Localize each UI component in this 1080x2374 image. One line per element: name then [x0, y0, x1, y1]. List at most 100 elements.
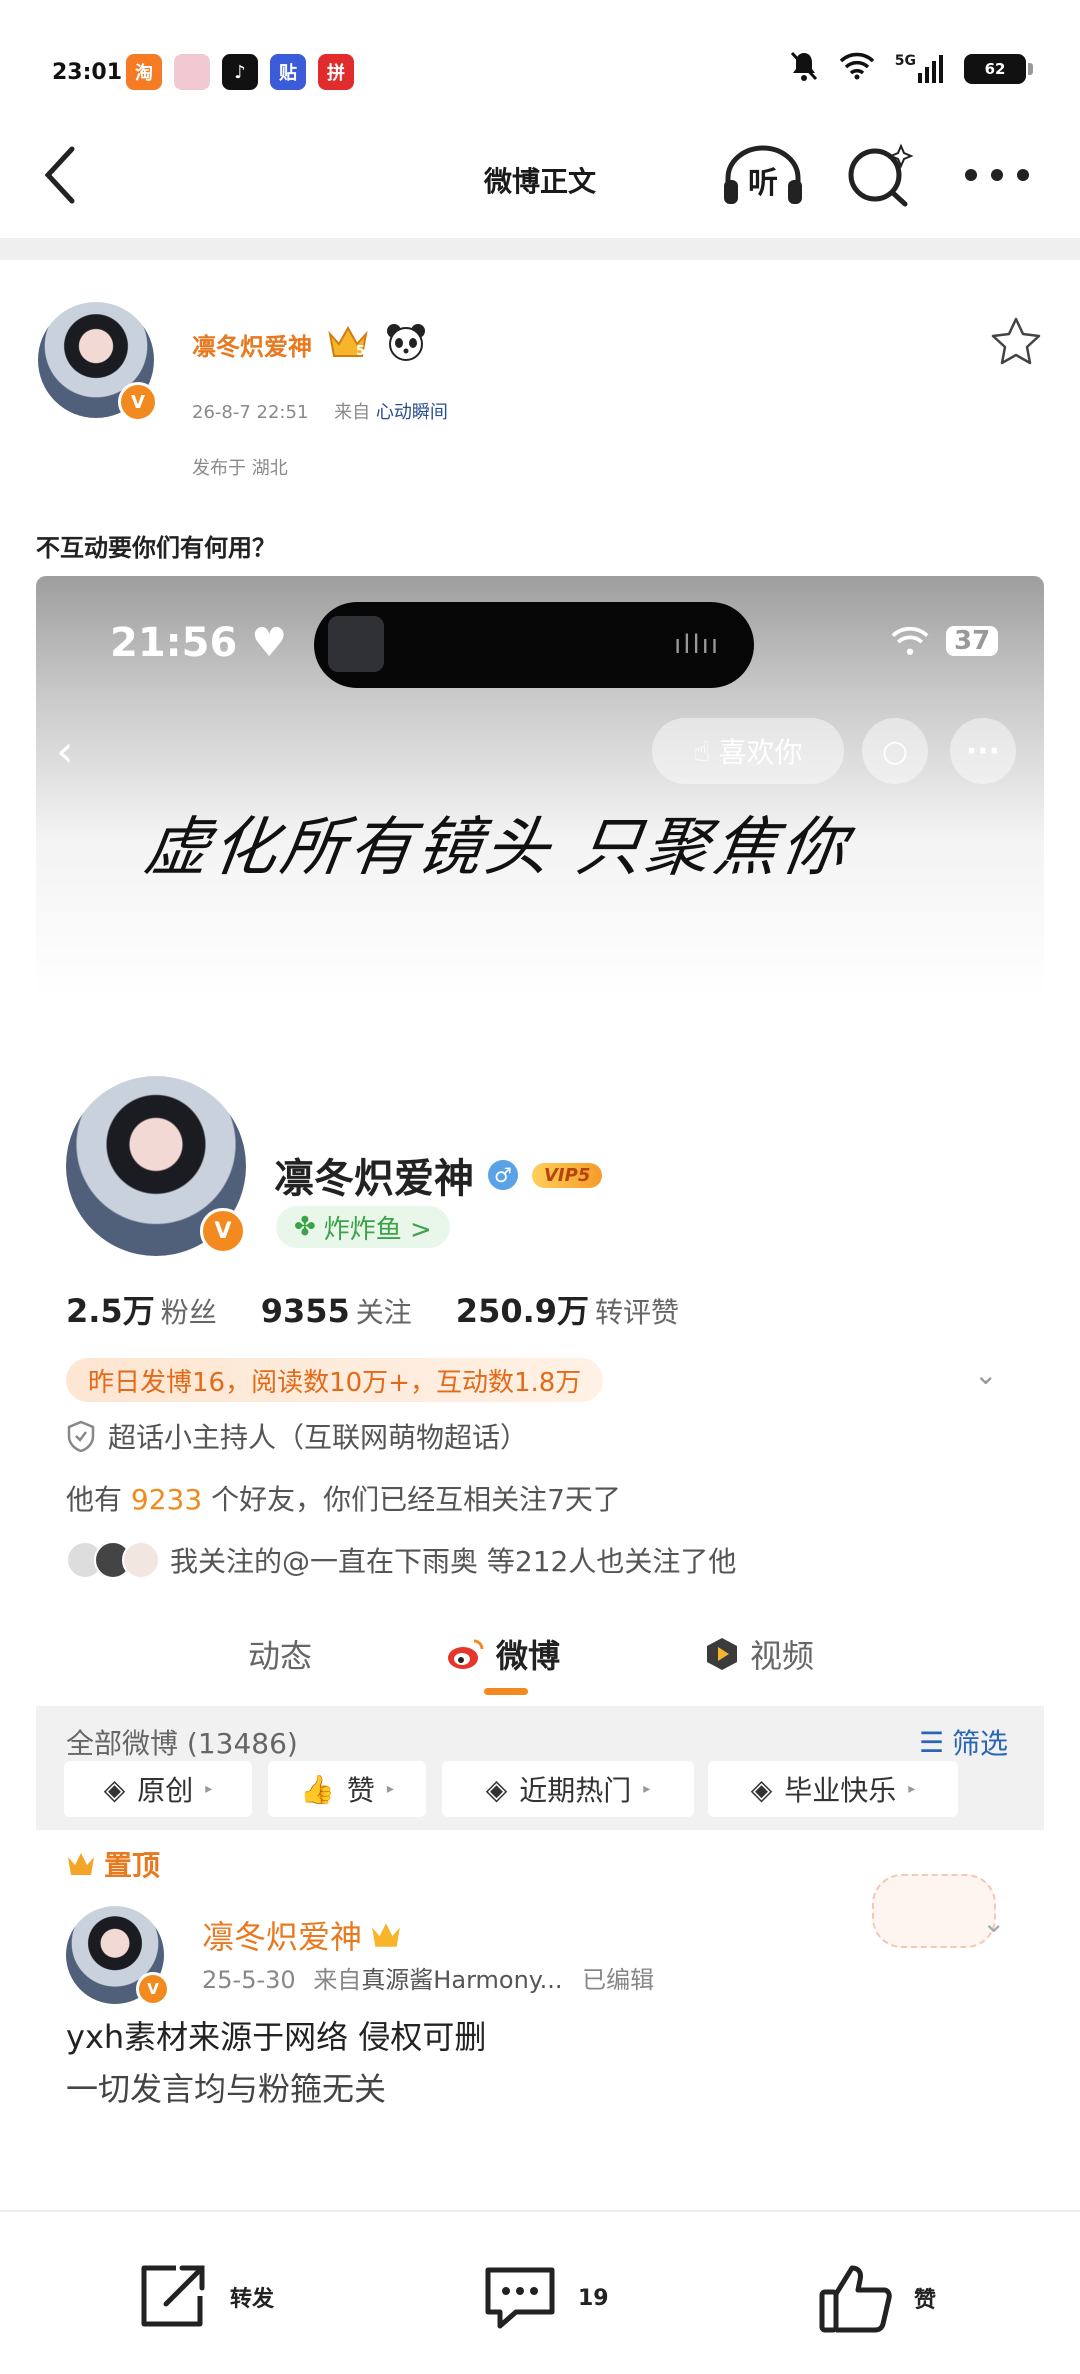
calligraphy-banner: 虚化所有镜头 只聚焦你 — [139, 811, 855, 885]
image-status-right: 37 — [890, 626, 999, 656]
sub-post-text-2: 一切发言均与粉箍无关 — [66, 2070, 387, 2108]
chip-graduation: ◈ 毕业快乐 ▸ — [708, 1761, 958, 1817]
comment-count: 19 — [578, 2285, 609, 2311]
follow-count: 9355 — [260, 1292, 350, 1330]
page-title: 微博正文 — [483, 165, 596, 198]
wifi-icon — [839, 52, 875, 86]
layers-icon: ◈ — [485, 1772, 508, 1806]
search-button[interactable] — [842, 140, 918, 210]
fans-count: 2.5万 — [66, 1292, 155, 1330]
layers-icon: ◈ — [750, 1772, 773, 1806]
post-image[interactable]: 21:56 ♥ ıllıı 37 ‹ ☝ 喜欢你 ○ ··· 虚化所有镜头 只聚焦… — [36, 576, 1044, 2206]
profile-verified-badge: V — [200, 1208, 246, 1254]
all-weibo-count: 全部微博 (13486) — [66, 1727, 298, 1760]
mutual-line: 我关注的@一直在下雨奥 等212人也关注了他 — [66, 1540, 736, 1580]
image-search-icon: ○ — [862, 718, 928, 784]
post-location: 发布于 湖北 — [192, 458, 288, 479]
island-thumbnail — [328, 616, 384, 672]
network-type: 5G — [894, 53, 916, 69]
follow-label: 关注 — [355, 1296, 412, 1329]
pinned-text: 置顶 — [104, 1849, 161, 1882]
post-date: 26-8-7 22:51 — [192, 402, 309, 423]
friends-suffix: 个好友，你们已经互相关注7天了 — [211, 1483, 621, 1516]
status-time: 23:01 — [52, 60, 123, 85]
sub-source-prefix: 来自 — [313, 1966, 362, 1994]
friends-line: 他有 9233 个好友，你们已经互相关注7天了 — [66, 1478, 621, 1518]
more-button[interactable] — [962, 140, 1032, 210]
chip-label: 赞 — [346, 1774, 375, 1807]
like-you-button: ☝ 喜欢你 — [652, 718, 844, 784]
image-status-time: 21:56 ♥ — [110, 620, 287, 666]
sub-verified-badge: V — [136, 1972, 170, 2006]
sub-post-name: 凛冬炽爱神 — [202, 1918, 363, 1956]
post-meta: 26-8-7 22:51 来自 心动瞬间 — [192, 398, 448, 424]
like-button[interactable]: 赞 — [818, 2262, 936, 2334]
svg-text:5: 5 — [356, 344, 365, 359]
dynamic-island: ıllıı — [314, 602, 754, 688]
repost-button[interactable]: 转发 — [136, 2262, 274, 2332]
expand-chevron-icon: ⌄ — [974, 1358, 998, 1391]
heart-icon: ♥ — [251, 620, 288, 666]
host-text: 超话小主持人（互联网萌物超话） — [108, 1421, 529, 1454]
mutual-avatars — [66, 1541, 160, 1579]
post-chevron-icon: ⌄ — [982, 1906, 1006, 1939]
clover-icon: ✤ — [294, 1212, 316, 1242]
sub-post-date: 25-5-30 — [202, 1966, 296, 1994]
chip-hot: ◈ 近期热门 ▸ — [442, 1761, 694, 1817]
filter-label: 筛选 — [951, 1727, 1008, 1760]
like-label: 赞 — [914, 2288, 937, 2313]
tab-weibo: 微博 — [446, 1631, 560, 1677]
like-hand-icon: ☝ — [693, 734, 711, 768]
vip-badge: VIP5 — [532, 1162, 603, 1188]
likes-label: 转评赞 — [595, 1296, 680, 1329]
image-time-text: 21:56 — [110, 620, 238, 666]
tab-dynamic-label: 动态 — [248, 1637, 313, 1675]
image-wifi-icon — [891, 626, 929, 655]
thumbs-up-icon — [819, 2265, 892, 2333]
friends-prefix: 他有 — [66, 1483, 123, 1516]
app-icon-tieba: 贴 — [270, 54, 306, 90]
favorite-button[interactable] — [990, 316, 1042, 370]
comment-icon — [485, 2267, 555, 2329]
post-source[interactable]: 心动瞬间 — [376, 402, 448, 423]
image-back-icon: ‹ — [56, 726, 74, 777]
image-battery: 37 — [946, 626, 999, 656]
source-prefix: 来自 — [334, 402, 371, 423]
search-sparkle-icon — [848, 143, 914, 207]
profile-tabs: 动态 微博 视频 — [36, 1631, 1044, 1701]
shield-icon — [67, 1420, 95, 1452]
section-divider — [0, 238, 1080, 260]
chip-label: 近期热门 — [519, 1774, 632, 1807]
author-row: 凛冬炽爱神 5 — [192, 322, 428, 366]
tab-indicator — [484, 1688, 528, 1695]
mutual-text: 我关注的@一直在下雨奥 等212人也关注了他 — [170, 1545, 737, 1578]
chip-original: ◈ 原创 ▸ — [64, 1761, 252, 1817]
audio-wave-icon: ıllıı — [674, 630, 721, 660]
male-icon: ♂ — [488, 1160, 518, 1190]
verified-badge: V — [118, 382, 158, 422]
author-name[interactable]: 凛冬炽爱神 — [192, 327, 312, 362]
signal-icon: 5G — [894, 53, 944, 83]
weibo-logo-icon — [448, 1639, 484, 1669]
listen-button[interactable]: 听 — [718, 140, 808, 210]
thumb-icon: 👍 — [300, 1772, 335, 1806]
tab-dynamic: 动态 — [248, 1631, 312, 1677]
star-icon — [991, 317, 1041, 365]
sub-post-text: yxh素材来源于网络 侵权可删 — [66, 2018, 487, 2056]
share-icon — [141, 2265, 205, 2327]
battery-icon: 62 — [964, 54, 1033, 84]
video-icon — [707, 1638, 737, 1670]
sub-crown-icon — [372, 1923, 400, 1947]
host-line: 超话小主持人（互联网萌物超话） — [66, 1416, 528, 1456]
mute-icon — [789, 50, 819, 88]
chip-like: 👍 赞 ▸ — [268, 1761, 426, 1817]
comment-button[interactable]: 19 — [482, 2262, 609, 2334]
profile-name: 凛冬炽爱神 — [274, 1156, 474, 1202]
status-right: 5G 62 — [789, 50, 1033, 88]
app-icon-pdd: 拼 — [318, 54, 354, 90]
fan-tag: ✤ 炸炸鱼 > — [276, 1206, 450, 1248]
listen-label: 听 — [748, 166, 778, 201]
likes-count: 250.9万 — [455, 1292, 590, 1330]
daily-stats-badge: 昨日发博16，阅读数10万+，互动数1.8万 — [66, 1358, 604, 1402]
chip-label: 原创 — [137, 1774, 194, 1807]
